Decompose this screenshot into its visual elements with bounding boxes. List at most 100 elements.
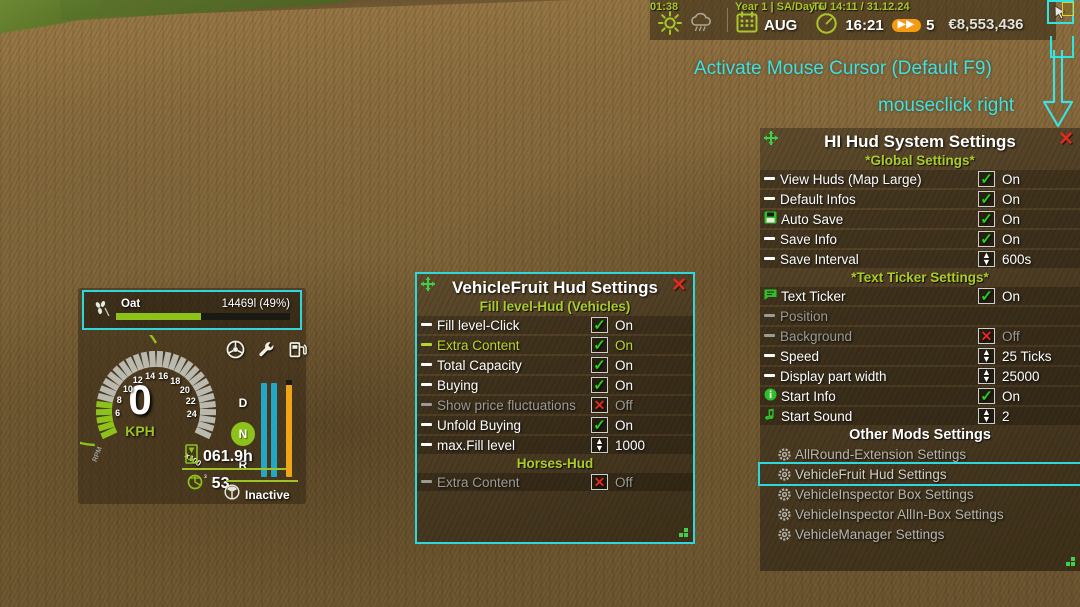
spinner-control[interactable]: ▲ ▼ [978, 408, 995, 424]
dash-icon [421, 479, 432, 483]
setting-row[interactable]: Save Info ✓ On [760, 229, 1080, 249]
resize-handle-icon[interactable] [676, 525, 689, 538]
gear-icon [778, 447, 791, 461]
speed-unit: KPH [125, 423, 155, 439]
check-icon: ✓ [593, 356, 606, 374]
hud-divider [182, 468, 286, 470]
setting-value: On [1002, 288, 1021, 304]
weather-cell: 01:38 [650, 0, 720, 40]
spinner-arrows-icon: ▲ ▼ [982, 407, 991, 424]
fill-level-track [116, 313, 290, 320]
setting-row[interactable]: max.Fill level ▲ ▼ 1000 [417, 435, 693, 455]
gauge-tick-label: 10 [122, 383, 133, 394]
setting-value: 2 [1002, 408, 1010, 424]
gauge-tick-label: 14 [145, 370, 156, 381]
setting-row[interactable]: Start Sound ▲ ▼ 2 [760, 406, 1080, 426]
checkbox-on[interactable]: ✓ [978, 191, 995, 207]
other-mod-label: VehicleInspector AllIn-Box Settings [795, 506, 1004, 522]
setting-row[interactable]: Default Infos ✓ On [760, 189, 1080, 209]
hourglass-icon [184, 444, 199, 469]
setting-row[interactable]: Total Capacity ✓ On [417, 355, 693, 375]
other-mod-item[interactable]: VehicleManager Settings [760, 524, 1080, 544]
check-icon: ✓ [980, 387, 993, 405]
setting-row[interactable]: Show price fluctuations ✕ Off [417, 395, 693, 415]
spinner-arrows-icon: ▲ ▼ [982, 367, 991, 384]
setting-row[interactable]: Display part width ▲ ▼ 25000 [760, 366, 1080, 386]
setting-label: Show price fluctuations [417, 398, 591, 413]
checkbox-on[interactable]: ✓ [591, 377, 608, 393]
setting-row[interactable]: Extra Content ✓ On [417, 335, 693, 355]
setting-value: On [1002, 171, 1021, 187]
checkbox-on[interactable]: ✓ [978, 211, 995, 227]
setting-row[interactable]: Background ✕ Off [760, 326, 1080, 346]
spinner-control[interactable]: ▲ ▼ [591, 437, 608, 453]
setting-value: 25000 [1002, 368, 1040, 384]
dash-icon [421, 322, 432, 326]
close-icon[interactable]: ✕ [671, 276, 687, 295]
move-handle-icon[interactable] [421, 277, 435, 291]
checkbox-on[interactable]: ✓ [591, 417, 608, 433]
check-icon: ✓ [593, 376, 606, 394]
setting-row[interactable]: Start Info ✓ On [760, 386, 1080, 406]
setting-row[interactable]: Auto Save ✓ On [760, 209, 1080, 229]
setting-value: On [615, 377, 634, 393]
checkbox-on[interactable]: ✓ [591, 317, 608, 333]
vehiclefruit-hud-settings-panel[interactable]: ✕ VehicleFruit Hud Settings Fill level-H… [415, 272, 695, 544]
spinner-control[interactable]: ▲ ▼ [978, 348, 995, 364]
checkbox-on[interactable]: ✓ [978, 388, 995, 404]
cruise-divider [226, 480, 298, 482]
hi-hud-system-settings-panel[interactable]: ✕ HI Hud System Settings *Global Setting… [758, 128, 1080, 571]
other-mod-item[interactable]: AllRound-Extension Settings [760, 444, 1080, 464]
setting-row[interactable]: Save Interval ▲ ▼ 600s [760, 249, 1080, 269]
setting-value: On [1002, 191, 1021, 207]
close-icon[interactable]: ✕ [1058, 130, 1074, 149]
fuel-pump-icon [288, 340, 307, 364]
move-handle-icon[interactable] [764, 131, 778, 145]
other-mod-label: VehicleFruit Hud Settings [795, 466, 947, 482]
setting-label: Background [760, 329, 978, 344]
gauge-tick-label: 20 [179, 384, 190, 395]
spinner-control[interactable]: ▲ ▼ [978, 368, 995, 384]
fill-level-bar-highlighted[interactable]: Oat 14469l (49%) [82, 290, 302, 330]
setting-row[interactable]: Position [760, 306, 1080, 326]
setting-row[interactable]: View Huds (Map Large) ✓ On [760, 169, 1080, 189]
setting-row[interactable]: Buying ✓ On [417, 375, 693, 395]
other-mod-item[interactable]: VehicleInspector Box Settings [760, 484, 1080, 504]
other-mod-label: AllRound-Extension Settings [795, 446, 967, 462]
gear-forward-label: D [238, 396, 248, 410]
setting-label: Default Infos [760, 192, 978, 207]
other-mod-item[interactable]: VehicleInspector AllIn-Box Settings [760, 504, 1080, 524]
setting-row[interactable]: Fill level-Click ✓ On [417, 315, 693, 335]
status-bar-blue-1 [261, 383, 267, 477]
setting-row[interactable]: Text Ticker ✓ On [760, 286, 1080, 306]
other-mod-label: VehicleManager Settings [795, 526, 945, 542]
check-icon: ✓ [980, 287, 993, 305]
setting-value: On [615, 337, 634, 353]
setting-row[interactable]: Extra Content ✕ Off [417, 472, 693, 492]
gear-icon [778, 527, 791, 541]
gauge-tick-label: 8 [116, 395, 122, 406]
checkbox-on[interactable]: ✓ [978, 288, 995, 304]
checkbox-on[interactable]: ✓ [978, 171, 995, 187]
gauge-tick-label: 22 [185, 396, 196, 407]
other-mod-item[interactable]: VehicleFruit Hud Settings [758, 462, 1080, 486]
cross-icon: ✕ [980, 328, 993, 344]
fill-level-progress [116, 313, 202, 320]
checkbox-off[interactable]: ✕ [591, 474, 608, 490]
area-unit-superscript: ³ [204, 473, 207, 482]
gear-icon [778, 487, 791, 501]
spinner-control[interactable]: ▲ ▼ [978, 251, 995, 267]
dash-icon [421, 442, 432, 446]
checkbox-off[interactable]: ✕ [591, 397, 608, 413]
checkbox-off[interactable]: ✕ [978, 328, 995, 344]
checkbox-on[interactable]: ✓ [978, 231, 995, 247]
hud-toggle-icon[interactable] [1062, 2, 1074, 16]
setting-row[interactable]: Unfold Buying ✓ On [417, 415, 693, 435]
checkbox-on[interactable]: ✓ [591, 357, 608, 373]
area-worked-row: ³ 53 [186, 472, 229, 495]
setting-row[interactable]: Speed ▲ ▼ 25 Ticks [760, 346, 1080, 366]
status-bar-fuel [286, 383, 292, 477]
gauge-tick-label: 18 [170, 375, 181, 386]
checkbox-on[interactable]: ✓ [591, 337, 608, 353]
resize-handle-icon[interactable] [1063, 554, 1076, 567]
